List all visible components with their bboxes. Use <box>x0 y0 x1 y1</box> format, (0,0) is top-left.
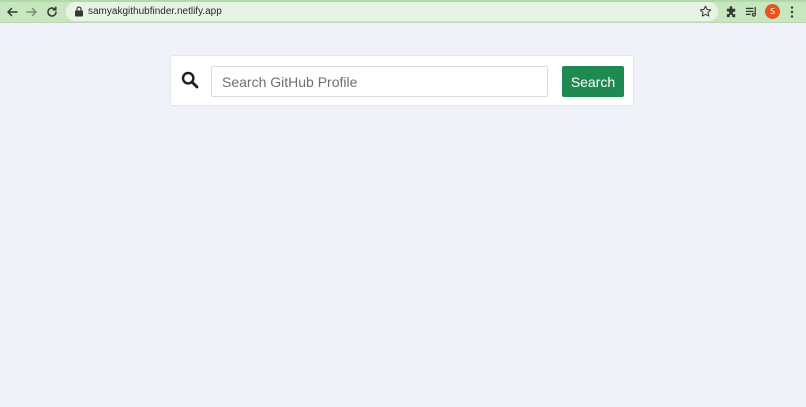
search-card: Search <box>170 55 634 106</box>
back-button[interactable] <box>4 4 20 20</box>
reload-button[interactable] <box>44 4 60 20</box>
forward-arrow-icon <box>26 7 37 17</box>
reload-icon <box>47 6 57 17</box>
kebab-menu-icon[interactable] <box>788 5 796 19</box>
reading-list-icon[interactable] <box>745 5 758 18</box>
search-icon <box>181 71 199 89</box>
browser-toolbar: samyakgithubfinder.netlify.app S <box>0 0 806 23</box>
puzzle-icon[interactable] <box>725 5 738 18</box>
star-icon[interactable] <box>699 5 712 18</box>
address-bar[interactable]: samyakgithubfinder.netlify.app <box>66 2 718 21</box>
back-arrow-icon <box>7 7 18 17</box>
search-input[interactable] <box>211 66 548 97</box>
lock-icon <box>75 6 83 17</box>
url-text: samyakgithubfinder.netlify.app <box>88 6 222 17</box>
search-button[interactable]: Search <box>562 66 624 97</box>
forward-button[interactable] <box>24 4 40 20</box>
profile-avatar[interactable]: S <box>765 4 780 19</box>
